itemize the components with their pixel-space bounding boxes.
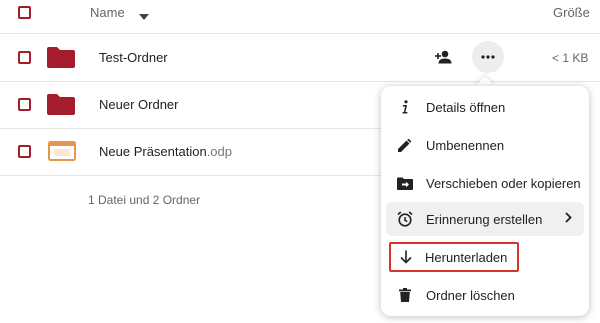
menu-item-label: Herunterladen	[425, 249, 508, 265]
menu-item-label: Details öffnen	[426, 99, 506, 115]
row-checkbox[interactable]	[18, 145, 31, 158]
actions-menu: Details öffnen Umbenennen Verschieben od…	[381, 86, 589, 316]
menu-item-label: Umbenennen	[426, 137, 505, 153]
menu-item-reminder[interactable]: Erinnerung erstellen	[386, 202, 584, 236]
divider	[0, 33, 600, 34]
row-checkbox[interactable]	[18, 98, 31, 111]
folder-icon	[47, 47, 75, 68]
menu-item-label: Erinnerung erstellen	[426, 211, 543, 227]
menu-item-rename[interactable]: Umbenennen	[386, 128, 584, 162]
menu-item-label: Ordner löschen	[426, 287, 515, 303]
download-icon	[395, 250, 417, 264]
alarm-clock-icon	[394, 211, 416, 227]
info-icon	[394, 100, 416, 114]
file-name[interactable]: Neuer Ordner	[99, 97, 178, 112]
share-user-plus-icon[interactable]	[433, 46, 455, 68]
file-size: < 1 KB	[552, 51, 589, 65]
more-actions-button[interactable]	[472, 41, 504, 73]
folder-move-icon	[394, 177, 416, 190]
presentation-file-icon	[48, 141, 76, 161]
file-summary: 1 Datei und 2 Ordner	[88, 193, 201, 207]
column-header-size[interactable]: Größe	[553, 5, 590, 20]
select-all-checkbox[interactable]	[18, 6, 31, 19]
file-name[interactable]: Neue Präsentation.odp	[99, 144, 232, 159]
dots-horizontal-icon	[481, 55, 495, 59]
row-checkbox[interactable]	[18, 51, 31, 64]
menu-item-download[interactable]: Herunterladen	[389, 242, 519, 272]
divider	[0, 175, 381, 176]
divider	[0, 81, 600, 82]
column-header-name[interactable]: Name	[90, 5, 125, 20]
trash-icon	[394, 288, 416, 302]
divider	[0, 128, 381, 129]
menu-item-label: Verschieben oder kopieren	[426, 175, 581, 191]
chevron-right-icon	[565, 211, 572, 226]
menu-item-details[interactable]: Details öffnen	[386, 90, 584, 124]
folder-icon	[47, 94, 75, 115]
menu-item-move-copy[interactable]: Verschieben oder kopieren	[386, 166, 584, 200]
menu-item-delete[interactable]: Ordner löschen	[386, 278, 584, 312]
file-name[interactable]: Test-Ordner	[99, 50, 168, 65]
pencil-icon	[394, 138, 416, 152]
sort-down-icon[interactable]	[139, 8, 149, 26]
